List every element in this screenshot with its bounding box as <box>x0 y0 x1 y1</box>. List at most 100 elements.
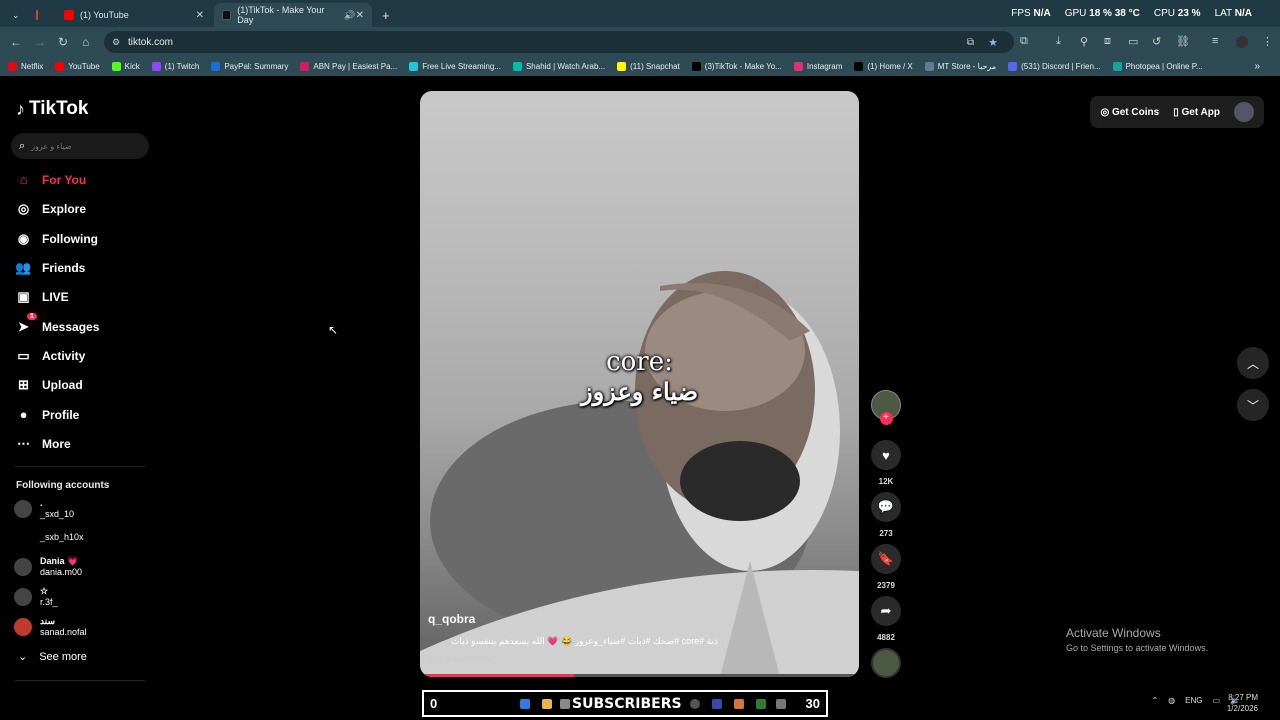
profile-avatar-icon[interactable] <box>1236 36 1248 48</box>
site-info-icon[interactable]: ⚙ <box>112 37 120 48</box>
discord-icon[interactable] <box>712 699 722 709</box>
taskbar-app-icon[interactable] <box>560 699 570 709</box>
following-account[interactable]: ☆ r.3f_ <box>14 586 58 608</box>
bookmark-item[interactable]: PayPal: Summary <box>211 62 288 71</box>
translate-icon[interactable]: ⧈ <box>1104 35 1111 48</box>
bookmarks-overflow-icon[interactable]: » <box>1254 61 1260 72</box>
youtube-favicon-icon <box>64 10 74 20</box>
bookmark-item[interactable]: (531) Discord | Frien... <box>1008 62 1101 71</box>
chrome-icon[interactable] <box>690 699 700 709</box>
taskbar-clock[interactable]: 8:27 PM 1/2/2026 <box>1227 692 1258 714</box>
speaker-icon[interactable]: 🔊 <box>344 10 355 21</box>
bookmark-item[interactable]: YouTube <box>55 62 100 71</box>
wallet-icon[interactable]: ▭ <box>1128 35 1138 48</box>
bookmark-item[interactable]: (1) Home / X <box>854 62 913 71</box>
bookmark-item[interactable]: Photopea | Online P... <box>1112 62 1203 71</box>
kebab-menu-icon[interactable]: ⋮ <box>1262 35 1273 48</box>
see-translation-link[interactable]: See translation <box>428 654 493 664</box>
browser-tab[interactable] <box>28 3 52 27</box>
new-tab-button[interactable]: + <box>374 3 394 27</box>
home-icon: ⌂ <box>19 172 28 187</box>
sidebar-item-messages[interactable]: ➤ 1 Messages <box>15 313 99 335</box>
bookmark-item[interactable]: ABN Pay | Easiest Pa... <box>300 62 397 71</box>
sidebar-item-more[interactable]: ⋯ More <box>15 435 71 452</box>
save-action[interactable]: 🔖 2379 <box>870 544 902 590</box>
bookmark-item[interactable]: MT Store - مرحبا <box>924 62 996 71</box>
close-tab-icon[interactable]: ✕ <box>196 10 204 21</box>
share-action[interactable]: ➦ 4882 <box>870 596 902 642</box>
bookmark-item[interactable]: Instagram <box>793 62 842 71</box>
sidebar-item-profile[interactable]: ● Profile <box>15 406 80 423</box>
windows-start-icon[interactable] <box>520 699 530 709</box>
language-indicator[interactable]: ENG <box>1185 696 1202 705</box>
browser-tab-youtube[interactable]: (1) YouTube ✕ <box>56 3 212 27</box>
address-bar[interactable]: ⚙ tiktok.com ⧉ ★ <box>104 31 1014 53</box>
following-account[interactable]: Dania 💗 dania.m00 <box>14 556 82 578</box>
network-icon[interactable]: ▭ <box>1212 696 1220 705</box>
video-progress-bar[interactable] <box>420 674 859 677</box>
tray-app-icon[interactable]: ◍ <box>1168 696 1175 705</box>
following-account[interactable]: . _sxd_10 <box>14 498 74 520</box>
heart-icon[interactable]: ♥ <box>871 440 901 470</box>
taskbar-app-icon[interactable] <box>734 699 744 709</box>
tiktok-logo[interactable]: ♪ TikTok <box>16 98 88 120</box>
bookmark-icon[interactable]: 🔖 <box>871 544 901 574</box>
follow-plus-icon[interactable]: + <box>879 412 893 425</box>
history-icon[interactable]: ↺ <box>1152 35 1161 48</box>
tiktok-page: ♪ TikTok ⌕ ضياء و عزوز ⌂ For You ◎ Explore ◉… <box>0 76 1280 688</box>
tray-overflow-icon[interactable]: ⌃ <box>1151 696 1158 705</box>
share-arrow-icon[interactable]: ➦ <box>871 596 901 626</box>
bookmark-label: Free Live Streaming... <box>422 62 501 71</box>
following-account[interactable]: سند sanad.nofal <box>14 616 87 638</box>
forward-arrow-icon[interactable]: → <box>34 35 46 49</box>
extension-icon[interactable]: ⚲ <box>1080 35 1088 48</box>
file-explorer-icon[interactable] <box>542 699 552 709</box>
bookmark-item[interactable]: Netflix <box>8 62 43 71</box>
like-action[interactable]: ♥ 12K <box>870 440 902 486</box>
creator-avatar[interactable]: + <box>870 390 902 425</box>
sidebar-item-for-you[interactable]: ⌂ For You <box>15 171 87 188</box>
bookmark-item[interactable]: Kick <box>111 62 140 71</box>
get-app-button[interactable]: ▯ Get App <box>1173 107 1220 118</box>
close-tab-icon[interactable]: ✕ <box>356 10 364 21</box>
next-video-button[interactable]: ﹀ <box>1237 389 1269 421</box>
home-icon[interactable]: ⌂ <box>82 35 89 49</box>
sidebar-item-following[interactable]: ◉ Following <box>15 230 98 247</box>
bookmark-item[interactable]: (1) Twitch <box>151 62 199 71</box>
comment-action[interactable]: 💬 273 <box>870 492 902 538</box>
video-player[interactable]: core: ضياء وعزوز q_qobra ذبة #core #ضحك … <box>420 91 859 677</box>
previous-video-button[interactable]: ︿ <box>1237 347 1269 379</box>
tab-search-icon[interactable]: ≡ <box>1212 35 1218 47</box>
bookmark-item[interactable]: Free Live Streaming... <box>409 62 501 71</box>
back-arrow-icon[interactable]: ← <box>10 35 22 49</box>
reload-icon[interactable]: ↻ <box>58 35 68 49</box>
search-input[interactable]: ⌕ ضياء و عزوز <box>11 133 149 159</box>
sidebar-item-friends[interactable]: 👥 Friends <box>15 259 85 276</box>
avatar <box>14 588 32 606</box>
user-avatar[interactable] <box>1234 102 1254 122</box>
sidebar-item-upload[interactable]: ⊞ Upload <box>15 376 83 393</box>
extensions-icon[interactable]: ⧉ <box>1020 35 1028 48</box>
video-username[interactable]: q_qobra <box>428 612 475 626</box>
get-coins-button[interactable]: ◎ Get Coins <box>1100 107 1159 118</box>
xbox-icon[interactable] <box>756 699 766 709</box>
bookmark-star-icon[interactable]: ★ <box>988 36 998 49</box>
browser-tab-tiktok[interactable]: (1)TikTok - Make Your Day 🔊 ✕ <box>214 3 372 27</box>
sound-disc[interactable] <box>870 648 902 678</box>
taskbar-app-icon[interactable] <box>776 699 786 709</box>
sidebar-item-label: Friends <box>42 260 86 275</box>
comment-icon[interactable]: 💬 <box>871 492 901 522</box>
sidebar-item-explore[interactable]: ◎ Explore <box>15 200 86 217</box>
following-account[interactable]: _sxb_h10x <box>14 528 84 546</box>
bookmark-item[interactable]: Shahid | Watch Arab... <box>512 62 605 71</box>
install-app-icon[interactable]: ⧉ <box>967 37 974 48</box>
tab-list-button[interactable]: ⌄ <box>4 3 24 27</box>
bookmark-item[interactable]: (11) Snapchat <box>617 62 680 71</box>
sidebar-item-live[interactable]: ▣ LIVE <box>15 288 68 305</box>
download-icon[interactable]: ⤓ <box>1056 35 1061 48</box>
sidebar-item-activity[interactable]: ▭ Activity <box>15 347 85 364</box>
account-handle: r.3f_ <box>40 597 58 607</box>
see-more-button[interactable]: ⌄ See more <box>18 650 87 664</box>
bookmark-item[interactable]: (3)TikTok - Make Yo... <box>691 62 782 71</box>
link-icon[interactable]: ⛓ <box>1176 35 1190 48</box>
